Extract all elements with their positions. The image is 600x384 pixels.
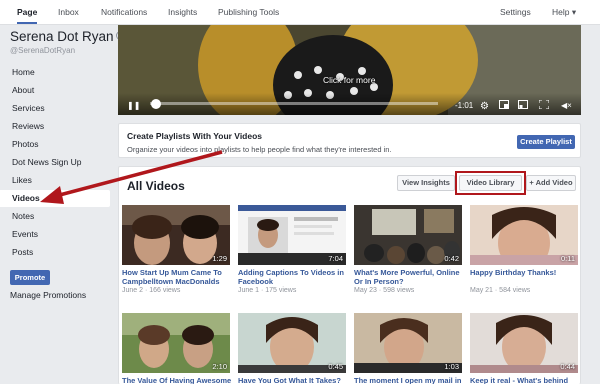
- video-meta: May 23 · 598 views: [354, 287, 415, 294]
- sidebar-item-about[interactable]: About: [0, 82, 110, 99]
- tab-settings[interactable]: Settings: [500, 0, 531, 25]
- sidebar-item-photos[interactable]: Photos: [0, 136, 110, 153]
- video-title[interactable]: Happy Birthday Thanks!: [470, 268, 580, 277]
- sidebar-item-dot-news-sign-up[interactable]: Dot News Sign Up: [0, 154, 110, 171]
- top-nav: Page Inbox Notifications Insights Publis…: [0, 0, 600, 25]
- sidebar-item-notes[interactable]: Notes: [0, 208, 110, 225]
- video-thumbnail[interactable]: 0:11: [470, 205, 578, 265]
- video-thumbnail[interactable]: 0:45: [238, 313, 346, 373]
- sidebar-item-videos[interactable]: Videos: [0, 190, 110, 207]
- sidebar-item-events[interactable]: Events: [0, 226, 110, 243]
- sidebar-item-reviews[interactable]: Reviews: [0, 118, 110, 135]
- tab-page[interactable]: Page: [17, 0, 38, 24]
- video-title[interactable]: Adding Captions To Videos in Facebook: [238, 268, 348, 286]
- video-duration: 1:03: [444, 362, 459, 371]
- page-handle[interactable]: @SerenaDotRyan: [10, 46, 75, 55]
- video-thumbnail[interactable]: 1:29: [122, 205, 230, 265]
- create-playlist-card: Create Playlists With Your Videos Organi…: [118, 123, 581, 158]
- video-thumbnail[interactable]: 7:04: [238, 205, 346, 265]
- video-meta: June 2 · 166 views: [122, 287, 181, 294]
- playlist-card-title: Create Playlists With Your Videos: [127, 131, 263, 141]
- tab-inbox[interactable]: Inbox: [58, 0, 79, 25]
- pause-icon[interactable]: ❚❚: [127, 101, 140, 110]
- page-name[interactable]: Serena Dot Ryan: [10, 29, 125, 44]
- video-meta: June 1 · 175 views: [238, 287, 297, 294]
- playlist-card-description: Organize your videos into playlists to h…: [127, 145, 392, 154]
- progress-handle[interactable]: [150, 99, 161, 109]
- video-duration: 0:42: [444, 254, 459, 263]
- video-library-highlight: [455, 171, 526, 195]
- video-thumbnail[interactable]: 0:42: [354, 205, 462, 265]
- video-title[interactable]: How Start Up Mum Came To Campbelltown Ma…: [122, 268, 232, 286]
- player-controls: ❚❚ -1:01 ⚙ ◀×: [118, 93, 581, 115]
- help-menu[interactable]: Help ▾: [552, 0, 576, 25]
- cast-icon[interactable]: [518, 100, 528, 111]
- page-sidebar: Serena Dot Ryan @SerenaDotRyan Home Abou…: [0, 25, 125, 384]
- video-player[interactable]: Click for more ❚❚ -1:01 ⚙ ◀×: [118, 25, 581, 115]
- settings-gear-icon[interactable]: ⚙: [480, 101, 489, 112]
- tab-notifications[interactable]: Notifications: [101, 0, 147, 25]
- add-video-button[interactable]: + Add Video: [526, 175, 576, 191]
- tab-publishing-tools[interactable]: Publishing Tools: [218, 0, 279, 25]
- video-duration: 7:04: [328, 254, 343, 263]
- video-thumbnail[interactable]: 0:44: [470, 313, 578, 373]
- video-duration: 0:44: [560, 362, 575, 371]
- progress-bar[interactable]: [150, 102, 438, 105]
- mute-icon[interactable]: ◀×: [561, 101, 572, 110]
- promote-button[interactable]: Promote: [10, 270, 50, 285]
- time-remaining: -1:01: [455, 101, 474, 110]
- create-playlist-button[interactable]: Create Playlist: [517, 135, 575, 149]
- video-title[interactable]: The Value Of Having Awesome: [122, 376, 232, 384]
- video-thumbnail[interactable]: 2:10: [122, 313, 230, 373]
- fullscreen-icon[interactable]: [538, 99, 550, 111]
- video-title[interactable]: The moment I open my mail in: [354, 376, 464, 384]
- all-videos-title: All Videos: [127, 179, 185, 193]
- tab-insights[interactable]: Insights: [168, 0, 197, 25]
- video-title[interactable]: Have You Got What It Takes?: [238, 376, 348, 384]
- video-title[interactable]: Keep it real - What's behind: [470, 376, 580, 384]
- video-title[interactable]: What's More Powerful, Online Or In Perso…: [354, 268, 464, 286]
- video-duration: 1:29: [212, 254, 227, 263]
- video-duration: 2:10: [212, 362, 227, 371]
- sidebar-item-home[interactable]: Home: [0, 64, 110, 81]
- pip-icon[interactable]: [499, 100, 509, 111]
- view-insights-button[interactable]: View Insights: [397, 175, 455, 191]
- video-meta: May 21 · 584 views: [470, 287, 531, 294]
- manage-promotions-link[interactable]: Manage Promotions: [10, 290, 86, 300]
- video-duration: 0:11: [560, 254, 575, 263]
- video-duration: 0:45: [328, 362, 343, 371]
- sidebar-item-services[interactable]: Services: [0, 100, 110, 117]
- sidebar-item-likes[interactable]: Likes: [0, 172, 110, 189]
- video-overlay-text: Click for more: [323, 75, 376, 85]
- sidebar-item-posts[interactable]: Posts: [0, 244, 110, 261]
- page-name-text[interactable]: Serena Dot Ryan: [10, 29, 114, 44]
- video-thumbnail[interactable]: 1:03: [354, 313, 462, 373]
